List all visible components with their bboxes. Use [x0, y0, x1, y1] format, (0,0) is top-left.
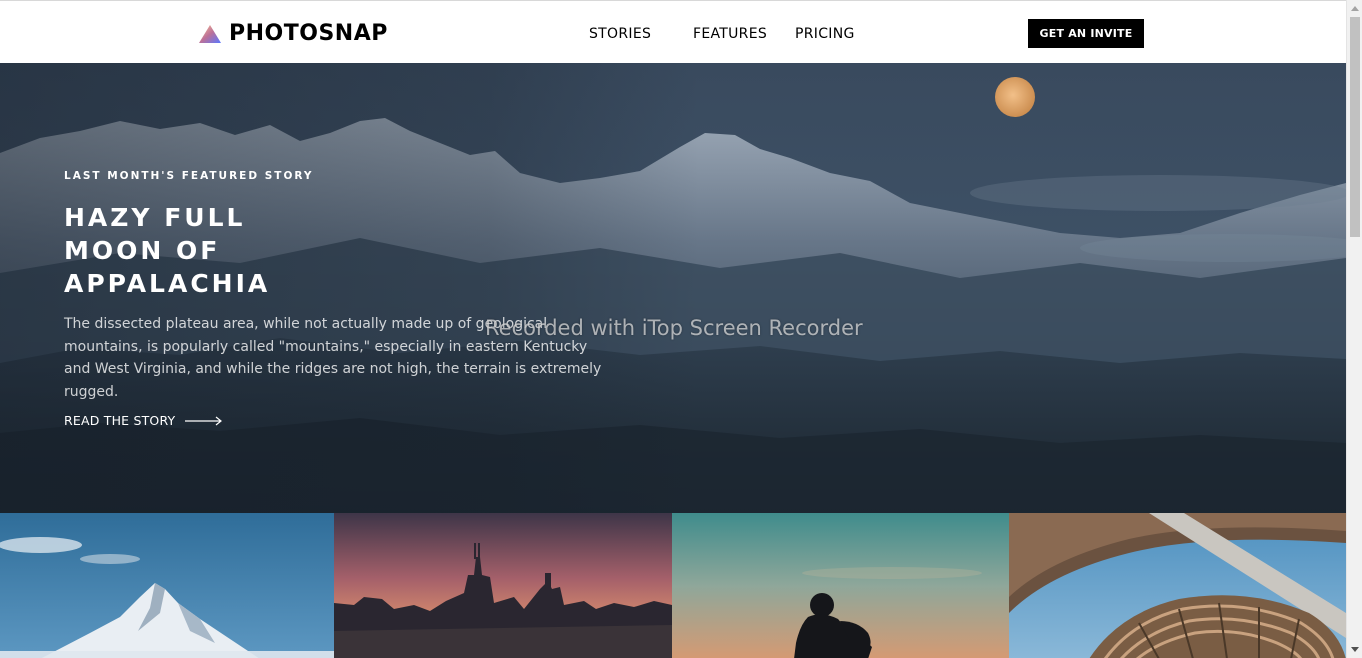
recorder-watermark: Recorded with iTop Screen Recorder	[485, 316, 863, 340]
city-skyline-image	[334, 513, 672, 658]
scroll-thumb[interactable]	[1350, 17, 1360, 237]
nav-link-features[interactable]: FEATURES	[693, 24, 767, 44]
story-card-mountain[interactable]	[0, 513, 334, 658]
story-card-architecture[interactable]	[1009, 513, 1346, 658]
main-nav: STORIES FEATURES PRICING	[0, 24, 1346, 44]
vertical-scrollbar[interactable]	[1346, 0, 1362, 658]
story-kicker: LAST MONTH'S FEATURED STORY	[64, 170, 314, 182]
nav-link-stories[interactable]: STORIES	[589, 24, 651, 44]
moon-shape	[995, 77, 1035, 117]
page: PHOTOSNAP STORIES FEATURES PRICING GET A…	[0, 0, 1346, 658]
curved-building-image	[1009, 513, 1346, 658]
read-story-label: READ THE STORY	[64, 413, 176, 428]
scroll-up-arrow-icon[interactable]	[1347, 0, 1362, 17]
get-invite-button[interactable]: GET AN INVITE	[1028, 19, 1144, 48]
story-card-cyclist[interactable]	[672, 513, 1009, 658]
mountain-peak-image	[0, 513, 334, 658]
featured-story-hero: LAST MONTH'S FEATURED STORY HAZY FULL MO…	[0, 63, 1346, 513]
read-story-link[interactable]: READ THE STORY	[64, 413, 223, 428]
story-card-city[interactable]	[334, 513, 672, 658]
story-title: HAZY FULL MOON OF APPALACHIA	[64, 203, 271, 298]
scroll-down-arrow-icon[interactable]	[1347, 641, 1362, 658]
site-header: PHOTOSNAP STORIES FEATURES PRICING GET A…	[0, 2, 1346, 63]
cyclist-sunset-image	[672, 513, 1009, 658]
nav-link-pricing[interactable]: PRICING	[795, 24, 855, 44]
story-grid	[0, 513, 1346, 658]
arrow-right-icon	[185, 416, 223, 425]
